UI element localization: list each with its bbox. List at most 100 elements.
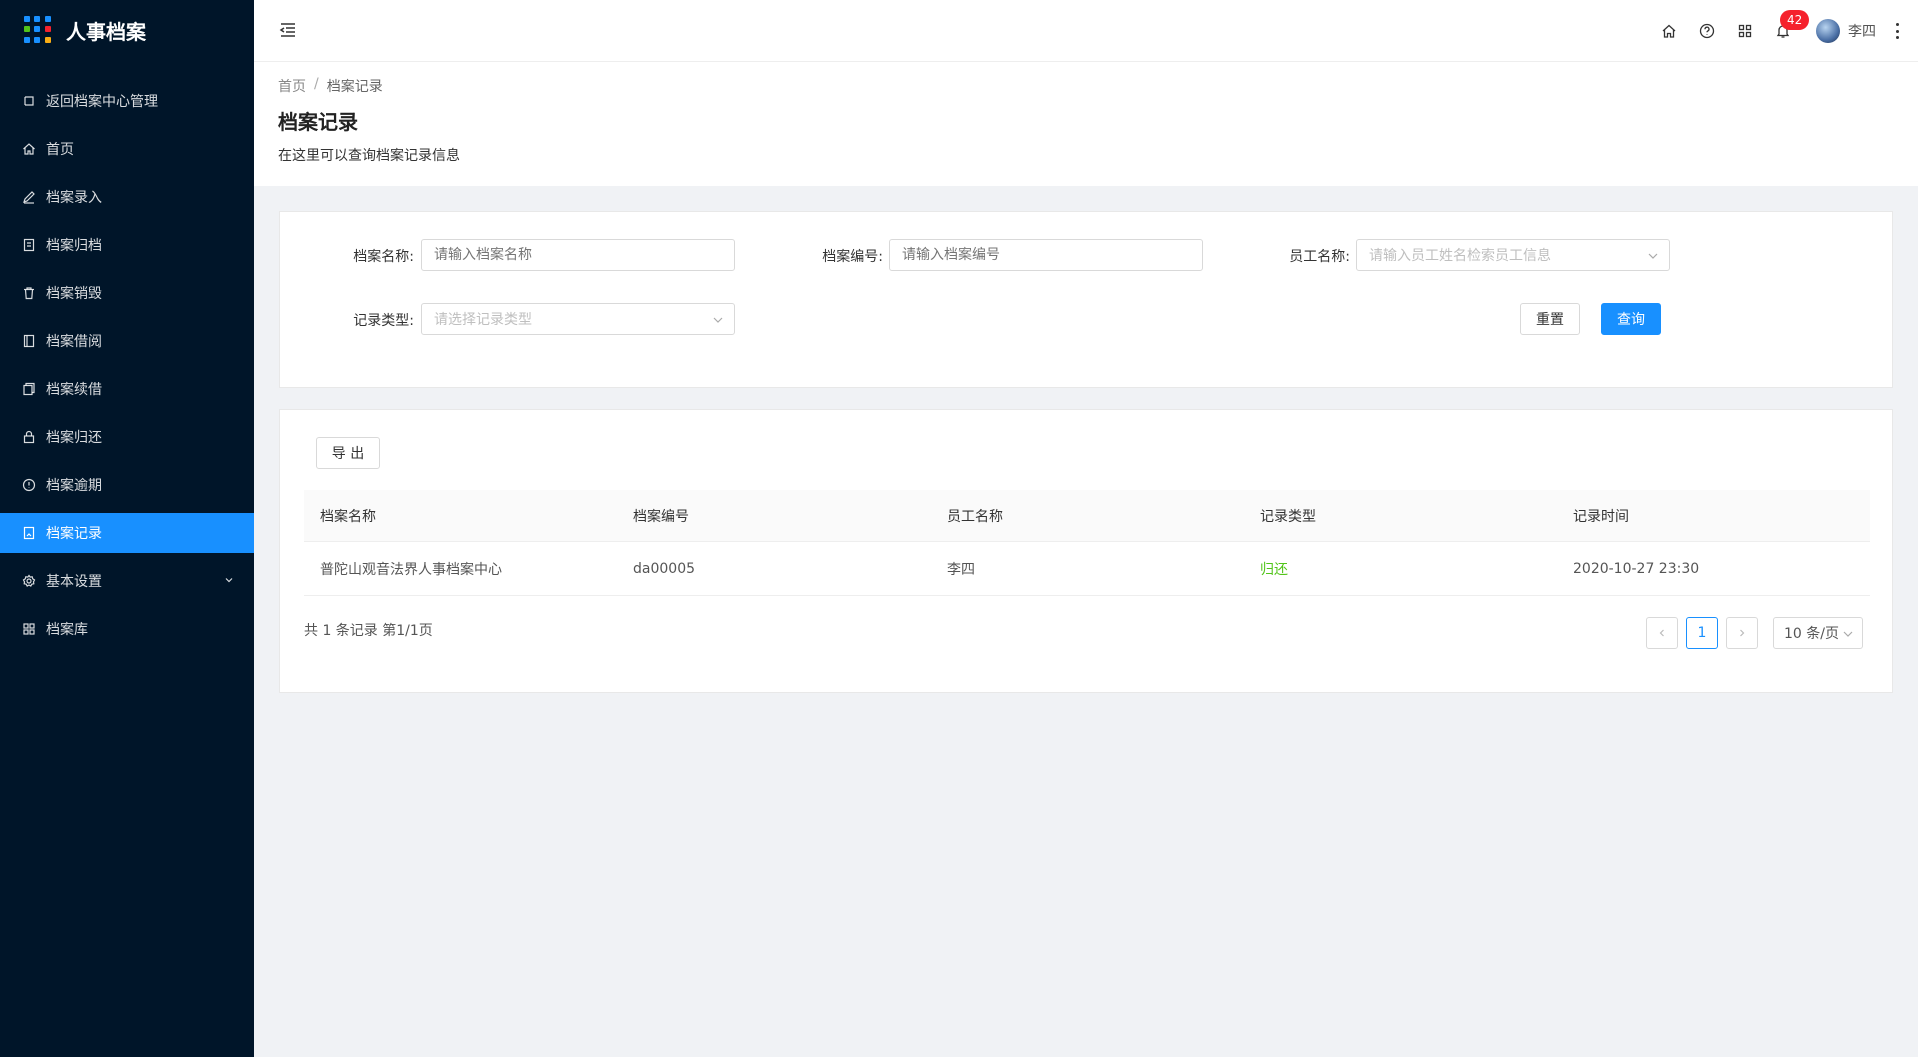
sidebar-item-renew[interactable]: 档案续借 [0,369,254,409]
sidebar-item-archive[interactable]: 档案归档 [0,225,254,265]
prev-page-button[interactable] [1646,617,1678,649]
sidebar-item-borrow[interactable]: 档案借阅 [0,321,254,361]
sidebar-item-label: 档案逾期 [46,478,102,494]
logo-dot [44,36,51,43]
edit-icon [22,190,36,204]
logo-dot [34,36,41,43]
archive-number-label: 档案编号: [822,249,883,265]
table-row[interactable]: 普陀山观音法界人事档案中心 da00005 李四 归还 2020-10-27 2… [304,542,1870,596]
sidebar-item-library[interactable]: 档案库 [0,609,254,649]
chevron-right-icon [1740,629,1745,637]
grid-icon [22,622,36,636]
sidebar-item-label: 档案借阅 [46,334,102,350]
sidebar-item-label: 档案录入 [46,190,102,206]
export-button[interactable]: 导 出 [316,437,380,469]
chevron-down-icon [713,317,723,323]
record-icon [22,526,36,540]
sidebar: 人事档案 返回档案中心管理 首页 档案录入 档案归档 档案销毁 档案借阅 档案续… [0,0,254,1057]
sidebar-item-return-archive[interactable]: 档案归还 [0,417,254,457]
page-number-button[interactable]: 1 [1686,617,1718,649]
breadcrumb-separator: / [314,76,319,92]
employee-name-label: 员工名称: [1289,249,1350,265]
cell-record-time: 2020-10-27 23:30 [1573,560,1700,577]
breadcrumb: 首页 / 档案记录 [278,76,383,96]
more-vertical-icon[interactable] [1896,23,1900,39]
column-header[interactable]: 员工名称 [947,490,1003,541]
return-icon [22,94,36,108]
reset-button[interactable]: 重置 [1520,303,1580,335]
app-title: 人事档案 [66,19,146,44]
apps-icon[interactable] [1736,22,1754,40]
archive-icon [22,238,36,252]
page-header: 首页 / 档案记录 档案记录 在这里可以查询档案记录信息 [254,62,1918,186]
archive-name-input[interactable] [421,239,735,271]
app-logo[interactable]: 人事档案 [0,0,254,60]
sidebar-item-label: 档案续借 [46,382,102,398]
sidebar-item-label: 档案库 [46,622,88,638]
page-title: 档案记录 [278,110,358,134]
sidebar-item-home[interactable]: 首页 [0,129,254,169]
next-page-button[interactable] [1726,617,1758,649]
column-header[interactable]: 记录类型 [1260,490,1316,541]
employee-name-placeholder: 请输入员工姓名检索员工信息 [1369,248,1551,264]
sidebar-item-label: 档案销毁 [46,286,102,302]
sidebar-item-return[interactable]: 返回档案中心管理 [0,81,254,121]
record-type-label: 记录类型: [353,313,414,329]
record-type-select[interactable]: 请选择记录类型 [421,303,735,335]
menu-fold-icon[interactable] [278,20,298,40]
sidebar-item-records[interactable]: 档案记录 [0,513,254,553]
logo-dot [34,16,41,22]
sidebar-item-destroy[interactable]: 档案销毁 [0,273,254,313]
avatar[interactable] [1816,19,1840,43]
user-name[interactable]: 李四 [1848,21,1876,41]
home-icon [22,142,36,156]
warning-icon [22,478,36,492]
cell-record-type: 归还 [1260,561,1288,578]
sidebar-item-label: 档案归档 [46,238,102,254]
employee-name-select[interactable]: 请输入员工姓名检索员工信息 [1356,239,1670,271]
logo-dot [24,36,30,43]
sidebar-item-label: 返回档案中心管理 [46,94,158,110]
page-size-value: 10 条/页 [1784,626,1839,642]
breadcrumb-home[interactable]: 首页 [278,76,306,96]
page-size-select[interactable]: 10 条/页 [1773,617,1863,649]
chevron-down-icon [1648,253,1658,259]
search-button[interactable]: 查询 [1601,303,1661,335]
filter-card: 档案名称: 档案编号: 员工名称: 请输入员工姓名检索员工信息 记录类型: 请选… [279,211,1893,388]
page-description: 在这里可以查询档案记录信息 [278,148,460,164]
logo-dot [24,26,30,33]
sidebar-item-label: 首页 [46,142,74,158]
copy-icon [22,382,36,396]
column-header[interactable]: 档案编号 [633,490,689,541]
archive-number-input[interactable] [889,239,1203,271]
notification-badge: 42 [1780,10,1810,30]
logo-dot [24,16,30,22]
apps-grid-icon [24,16,52,44]
breadcrumb-current: 档案记录 [326,79,383,95]
cell-archive-name: 普陀山观音法界人事档案中心 [320,561,502,578]
sidebar-item-label: 档案归还 [46,430,102,446]
cell-employee-name: 李四 [947,561,975,578]
sidebar-item-entry[interactable]: 档案录入 [0,177,254,217]
help-icon[interactable] [1698,22,1716,40]
top-header: 42 李四 [254,0,1918,62]
sidebar-menu: 返回档案中心管理 首页 档案录入 档案归档 档案销毁 档案借阅 档案续借 档案归… [0,81,254,649]
logo-dot [34,26,41,33]
bell-icon[interactable]: 42 [1774,10,1810,40]
book-icon [22,334,36,348]
trash-icon [22,286,36,300]
archive-name-label: 档案名称: [353,249,414,265]
sidebar-item-settings[interactable]: 基本设置 [0,561,254,601]
cell-archive-number: da00005 [633,560,696,577]
header-actions: 42 李四 [1660,0,1918,62]
column-header[interactable]: 记录时间 [1573,490,1629,541]
column-header[interactable]: 档案名称 [320,490,376,541]
sidebar-item-label: 档案记录 [46,526,102,542]
chevron-down-icon [1843,631,1853,637]
logo-dot [44,26,51,33]
gear-icon [22,574,36,588]
chevron-down-icon [225,578,233,583]
home-icon[interactable] [1660,22,1678,40]
lock-icon [22,430,36,444]
sidebar-item-overdue[interactable]: 档案逾期 [0,465,254,505]
